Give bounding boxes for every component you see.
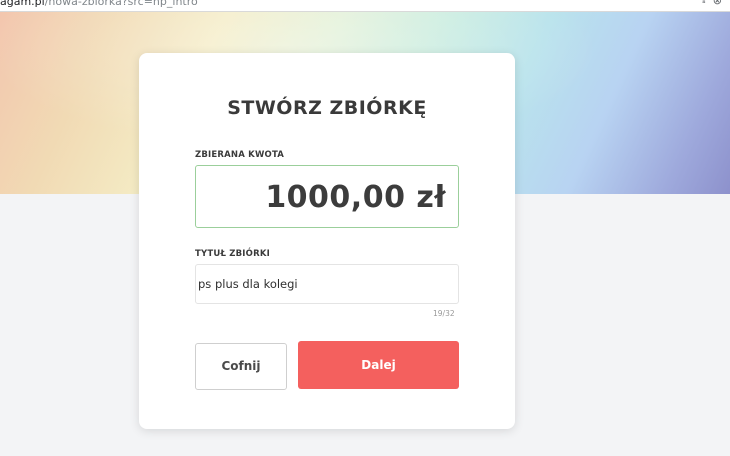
fundraiser-title-field[interactable]: ps plus dla kolegi [195,264,459,304]
fundraiser-title-label: TYTUŁ ZBIÓRKI [195,249,270,259]
page-title: STWÓRZ ZBIÓRKĘ [227,97,427,119]
amount-label: ZBIERANA KWOTA [195,150,285,160]
create-fundraiser-card: STWÓRZ ZBIÓRKĘ ZBIERANA KWOTA 1000,00 zł… [139,53,515,429]
close-icon[interactable]: ⊗ [713,0,722,7]
address-bar[interactable]: agam.pl/nowa-zbiorka?src=hp_intro ⇪ ⊗ [0,0,730,12]
character-counter: 19/32 [433,309,455,318]
url-text: agam.pl/nowa-zbiorka?src=hp_intro [0,0,198,8]
share-icon[interactable]: ⇪ [700,0,708,6]
back-button[interactable]: Cofnij [195,343,287,390]
next-button[interactable]: Dalej [298,341,459,389]
url-path: /nowa-zbiorka?src=hp_intro [44,0,198,8]
amount-input[interactable]: 1000,00 zł [195,165,459,228]
url-host: agam.pl [0,0,45,8]
fundraiser-title-value: ps plus dla kolegi [198,277,298,291]
amount-value: 1000,00 zł [265,180,446,215]
